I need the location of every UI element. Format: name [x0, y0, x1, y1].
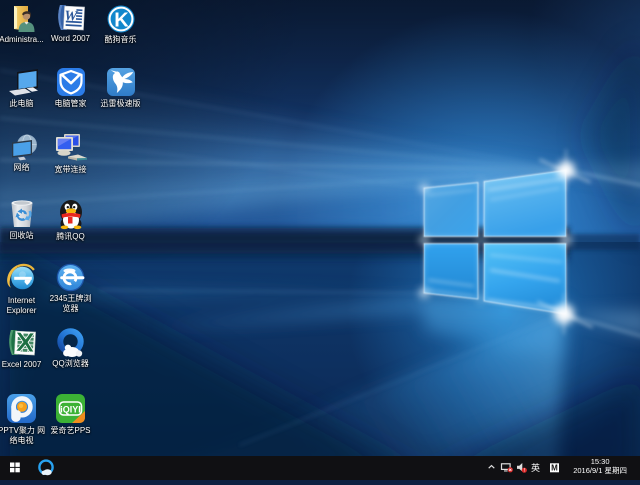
svg-text:K: K	[114, 10, 129, 32]
svg-text:M: M	[551, 464, 558, 473]
svg-text:iQIYI: iQIYI	[60, 405, 81, 415]
svg-text:英: 英	[531, 462, 540, 473]
